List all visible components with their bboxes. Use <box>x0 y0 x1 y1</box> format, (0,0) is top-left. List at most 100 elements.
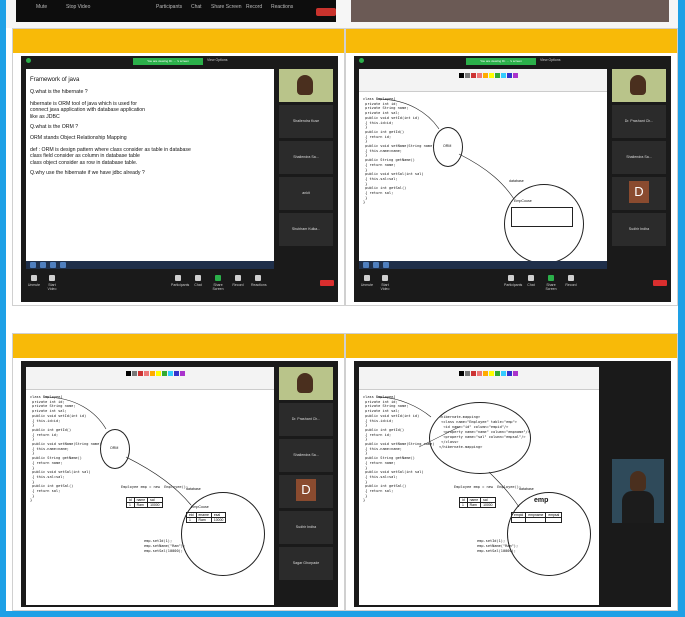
record-icon <box>568 275 574 281</box>
person-avatar <box>297 373 313 393</box>
unmute-button[interactable]: Unmute <box>360 275 374 287</box>
participant-tile[interactable]: D <box>612 177 666 210</box>
connector-lines <box>376 98 515 200</box>
participants-button[interactable]: Participants <box>171 275 189 287</box>
zoom-toolbar-strip: Mute Stop Video Participants Chat Share … <box>16 0 336 22</box>
chat-button[interactable]: Chat <box>524 275 538 287</box>
participant-tile[interactable]: Shailendra Sa... <box>612 141 666 174</box>
unmute-button[interactable]: Unmute <box>27 275 41 287</box>
app-icon[interactable] <box>373 262 379 268</box>
yellow-header <box>346 334 677 358</box>
panel-4: class Employee{ private int id; private … <box>345 333 678 611</box>
participant-tile[interactable]: Shailendra Sa... <box>279 439 333 472</box>
yellow-header <box>13 29 344 53</box>
end-meeting-button[interactable] <box>653 280 667 286</box>
participant-tile[interactable]: D <box>279 475 333 508</box>
person-body <box>622 491 654 523</box>
participant-tile[interactable]: Dr. Prashant Ch... <box>612 105 666 138</box>
chat-button[interactable]: Chat <box>191 275 205 287</box>
participant-name: ankit <box>302 191 310 195</box>
participant-name: Sudhir Indha <box>628 227 650 231</box>
shared-paint-canvas: class Employee{ private int id; private … <box>26 367 274 605</box>
participant-video[interactable] <box>279 69 333 102</box>
app-icon[interactable] <box>40 262 46 268</box>
share-screen-button[interactable]: Share Screen <box>211 275 225 291</box>
app-icon[interactable] <box>60 262 66 268</box>
participant-tile[interactable]: Sudhir Indha <box>612 213 666 246</box>
participant-tile[interactable]: Shailendra Kuse <box>279 105 333 138</box>
participant-name: Shailendra Kuse <box>292 119 320 123</box>
participant-sidebar: Shailendra Kuse Shailendra Sa... ankit S… <box>279 69 333 269</box>
participant-tile[interactable]: Shubham Kulka... <box>279 213 333 246</box>
view-options-button[interactable]: View Options <box>207 58 228 62</box>
viewing-banner: You are viewing Dr. ... 's screen <box>133 58 203 65</box>
camera-icon <box>382 275 388 281</box>
zoom-window: You are viewing Dr. ... 's screen View O… <box>354 56 671 302</box>
zoom-controls: Unmute Start Video Participants Chat Sha… <box>21 272 338 302</box>
viewing-banner: You are viewing Dr. ... 's screen <box>466 58 536 65</box>
app-icon[interactable] <box>50 262 56 268</box>
top-strip: Mute Stop Video Participants Chat Share … <box>6 0 678 28</box>
participants-button[interactable]: Participants <box>504 275 522 287</box>
participant-name: Shailendra Sa... <box>293 155 319 159</box>
view-options-button[interactable]: View Options <box>540 58 561 62</box>
record-label[interactable]: Record <box>246 4 262 10</box>
reactions-label[interactable]: Reactions <box>271 4 293 10</box>
start-video-button[interactable]: Start Video <box>378 275 392 291</box>
panel-2: You are viewing Dr. ... 's screen View O… <box>345 28 678 306</box>
participant-tile[interactable]: Sagar Ghorpade <box>279 547 333 580</box>
end-button[interactable] <box>316 8 336 16</box>
participant-sidebar: Dr. Prashant Ch... Shailendra Sa... D Su… <box>612 69 666 269</box>
participant-name: Sagar Ghorpade <box>292 561 320 565</box>
record-button[interactable]: Record <box>231 275 245 287</box>
participant-tile[interactable]: ankit <box>279 177 333 210</box>
taskbar-strip <box>351 0 669 22</box>
participant-tile[interactable]: Dr. Prashant Ch... <box>279 403 333 436</box>
reactions-button[interactable]: Reactions <box>251 275 267 287</box>
camera-icon <box>49 275 55 281</box>
yellow-header <box>13 334 344 358</box>
share-screen-label[interactable]: Share Screen <box>211 4 242 10</box>
note-line: Q.why use the hibernate if we have jdbc … <box>30 170 145 177</box>
presenter-video[interactable] <box>612 459 664 523</box>
shared-paint-canvas: class Employee{ private int id; private … <box>359 367 599 605</box>
participant-name: Shailendra Sa... <box>626 155 652 159</box>
reaction-icon <box>255 275 261 281</box>
notes-text: Framework of java Q.what is the hibernat… <box>30 77 270 176</box>
record-button[interactable]: Record <box>564 275 578 287</box>
app-icon[interactable] <box>383 262 389 268</box>
start-icon[interactable] <box>363 262 369 268</box>
mute-label[interactable]: Mute <box>36 4 47 10</box>
record-icon <box>235 275 241 281</box>
collage-frame: Mute Stop Video Participants Chat Share … <box>6 0 678 611</box>
person-avatar <box>297 75 313 95</box>
shield-icon <box>359 58 364 63</box>
participant-sidebar: Dr. Prashant Ch... Shailendra Sa... D Su… <box>279 367 333 605</box>
chat-icon <box>195 275 201 281</box>
share-screen-button[interactable]: Share Screen <box>544 275 558 291</box>
end-meeting-button[interactable] <box>320 280 334 286</box>
people-icon <box>175 275 181 281</box>
participant-name: Dr. Prashant Ch... <box>624 119 654 123</box>
shield-icon <box>26 58 31 63</box>
start-video-label[interactable]: Stop Video <box>66 4 90 10</box>
panel-3: class Employee{ private int id; private … <box>12 333 345 611</box>
participant-tile[interactable]: Sudhir Indha <box>279 511 333 544</box>
mic-icon <box>364 275 370 281</box>
connector-lines <box>376 396 520 508</box>
participants-label[interactable]: Participants <box>156 4 182 10</box>
participant-video[interactable] <box>279 367 333 400</box>
participant-name: Shailendra Sa... <box>293 453 319 457</box>
share-icon <box>215 275 221 281</box>
participant-video[interactable] <box>612 69 666 102</box>
start-icon[interactable] <box>30 262 36 268</box>
participant-tile[interactable]: Shailendra Sa... <box>279 141 333 174</box>
person-avatar <box>630 471 646 491</box>
participant-name: Shubham Kulka... <box>291 227 321 231</box>
chat-label[interactable]: Chat <box>191 4 202 10</box>
zoom-window: You are viewing Dr. ... 's screen View O… <box>21 56 338 302</box>
participant-name: Sudhir Indha <box>295 525 317 529</box>
start-video-button[interactable]: Start Video <box>45 275 59 291</box>
panel-1: You are viewing Dr. ... 's screen View O… <box>12 28 345 306</box>
people-icon <box>508 275 514 281</box>
